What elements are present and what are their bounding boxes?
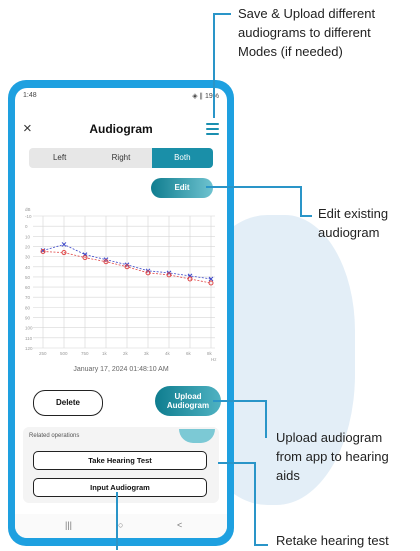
callout-line-edit-v (300, 186, 302, 216)
back-icon[interactable]: < (177, 520, 182, 530)
y-tick-label: -10 (25, 214, 32, 219)
annotation-upload: Upload audiogram from app to hearing aid… (276, 428, 389, 485)
x-tick-label: 1k (102, 351, 108, 356)
x-tick-label: 8k (207, 351, 213, 356)
callout-line-edit-h2 (300, 215, 312, 217)
ear-selector: Left Right Both (29, 148, 213, 168)
y-tick-label: 20 (25, 244, 31, 249)
y-axis-unit: dB (25, 207, 31, 212)
annotation-save-line-1: Save & Upload different (238, 6, 376, 21)
y-tick-label: 0 (25, 224, 28, 229)
callout-line-input (116, 492, 118, 550)
y-tick-label: 60 (25, 285, 31, 290)
annotation-save-upload: Save & Upload different audiograms to di… (238, 4, 375, 61)
app-bar: × Audiogram (15, 118, 227, 142)
callout-line-upload-h (213, 400, 265, 402)
annotation-retake: Retake hearing test (276, 533, 389, 548)
status-bar: 1:48 ◈ ∥ 19% (15, 88, 227, 104)
y-tick-label: 10 (25, 234, 31, 239)
callout-line-upload-v (265, 400, 267, 438)
annotation-edit: Edit existing audiogram (318, 204, 388, 242)
tab-both[interactable]: Both (151, 148, 213, 168)
callout-line-edit-h (206, 186, 300, 188)
callout-line-retake-v (254, 462, 256, 545)
related-label: Related operations (29, 433, 80, 439)
y-tick-label: 80 (25, 305, 31, 310)
upload-label-1: Upload (174, 392, 202, 401)
y-tick-label: 70 (25, 295, 31, 300)
callout-line-retake-h2 (254, 544, 268, 546)
y-tick-label: 120 (25, 346, 33, 351)
upload-label-2: Audiogram (166, 401, 210, 410)
delete-button[interactable]: Delete (33, 390, 103, 416)
annotation-edit-line-1: Edit existing (318, 206, 389, 221)
menu-icon[interactable] (206, 123, 219, 135)
y-tick-label: 30 (25, 255, 31, 260)
home-icon[interactable]: ○ (118, 520, 123, 530)
upload-audiogram-button[interactable]: Upload Audiogram (155, 386, 221, 416)
y-tick-label: 100 (25, 326, 33, 331)
app-screen: 1:48 ◈ ∥ 19% × Audiogram Left Right Both… (15, 88, 227, 538)
status-battery: ◈ ∥ 19% (192, 93, 219, 100)
x-tick-label: 4k (165, 351, 171, 356)
y-tick-label: 40 (25, 265, 31, 270)
x-tick-label: 500 (60, 351, 68, 356)
callout-line-save-h (213, 13, 231, 15)
edit-button[interactable]: Edit (151, 178, 213, 198)
take-hearing-test-button[interactable]: Take Hearing Test (33, 451, 207, 470)
annotation-save-line-3: Modes (if needed) (238, 44, 343, 59)
annotation-edit-line-2: audiogram (318, 225, 380, 240)
y-tick-label: 50 (25, 275, 31, 280)
callout-line-save (213, 13, 215, 118)
phone-frame: 1:48 ◈ ∥ 19% × Audiogram Left Right Both… (8, 80, 234, 546)
x-tick-label: 3k (144, 351, 150, 356)
callout-line-retake-h (218, 462, 254, 464)
annotation-save-line-2: audiograms to different (238, 25, 371, 40)
status-time: 1:48 (23, 92, 37, 99)
tab-left[interactable]: Left (29, 148, 90, 168)
annotation-upload-line-3: aids (276, 468, 300, 483)
audiogram-chart: -10 0 10 20 30 40 50 60 70 80 90 100 110 120 250 500 750… (25, 207, 217, 362)
x-tick-label: 6k (186, 351, 192, 356)
related-operations: Related operations Take Hearing Test Inp… (23, 427, 219, 503)
y-tick-label: 90 (25, 316, 31, 321)
x-tick-label: 750 (81, 351, 89, 356)
page-title: Audiogram (89, 122, 153, 136)
tab-right[interactable]: Right (90, 148, 151, 168)
decorative-wave (179, 429, 215, 443)
annotation-upload-line-2: from app to hearing (276, 449, 389, 464)
x-tick-label: 2k (123, 351, 129, 356)
android-nav-bar: ||| ○ < (15, 514, 227, 538)
audiogram-date: January 17, 2024 01:48:10 AM (73, 366, 169, 373)
x-axis-unit: Hz (211, 357, 217, 362)
y-tick-label: 110 (25, 336, 33, 341)
input-audiogram-button[interactable]: Input Audiogram (33, 478, 207, 497)
annotation-upload-line-1: Upload audiogram (276, 430, 383, 445)
recent-apps-icon[interactable]: ||| (65, 520, 72, 530)
x-tick-label: 250 (39, 351, 47, 356)
